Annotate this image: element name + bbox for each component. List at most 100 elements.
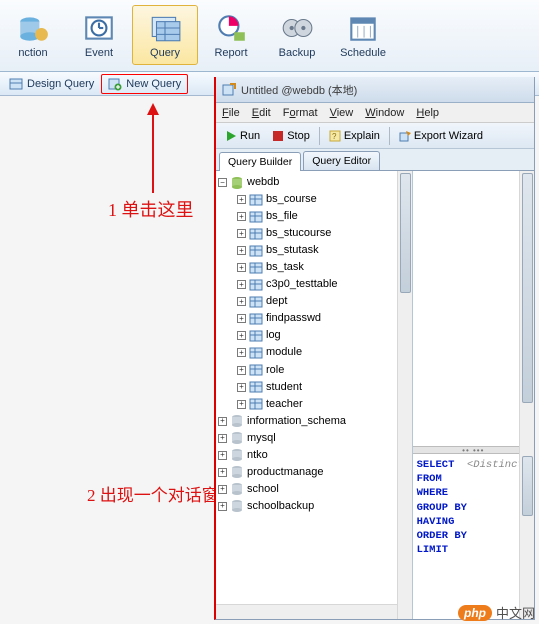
table-icon	[249, 329, 263, 343]
tree-node-label: bs_file	[266, 208, 298, 225]
clock-icon	[82, 11, 116, 45]
tree-db-node[interactable]: +productmanage	[218, 464, 412, 481]
stop-button[interactable]: Stop	[267, 128, 315, 144]
design-query-button[interactable]: Design Query	[2, 74, 101, 94]
calendar-icon	[346, 11, 380, 45]
tree-node-label: teacher	[266, 396, 303, 413]
tree-db-node[interactable]: +information_schema	[218, 413, 412, 430]
splitter[interactable]: •• •••	[413, 446, 534, 454]
tree-table-node[interactable]: +bs_task	[218, 259, 412, 276]
tab-query-editor[interactable]: Query Editor	[303, 151, 380, 170]
expand-icon[interactable]: +	[237, 212, 246, 221]
tree-table-node[interactable]: + role	[218, 362, 412, 379]
export-wizard-button[interactable]: Export Wizard	[394, 128, 488, 144]
scrollbar-vertical[interactable]	[519, 454, 534, 619]
tree-table-node[interactable]: +bs_stutask	[218, 242, 412, 259]
run-button[interactable]: Run	[220, 128, 265, 144]
tree-db-node[interactable]: − webdb	[218, 174, 412, 191]
table-icon	[249, 312, 263, 326]
expand-icon[interactable]: +	[218, 502, 227, 511]
expand-icon[interactable]: +	[218, 485, 227, 494]
design-icon	[9, 77, 23, 91]
expand-icon[interactable]: +	[237, 246, 246, 255]
nction-button[interactable]: nction	[0, 5, 66, 65]
tree-table-node[interactable]: + student	[218, 379, 412, 396]
annotation-1: 1 单击这里	[108, 196, 194, 222]
query-button[interactable]: Query	[132, 5, 198, 65]
tree-node-label: ntko	[247, 447, 268, 464]
tree-node-label: log	[266, 327, 281, 344]
design-query-label: Design Query	[27, 78, 94, 90]
menu-window[interactable]: Window	[365, 107, 404, 119]
collapse-icon[interactable]: −	[218, 178, 227, 187]
tree-node-label: c3p0_testtable	[266, 276, 338, 293]
expand-icon[interactable]: +	[237, 383, 246, 392]
toolbar-label: Backup	[279, 47, 316, 59]
tree-table-node[interactable]: + c3p0_testtable	[218, 276, 412, 293]
builder-canvas[interactable]	[413, 171, 534, 446]
tree-table-node[interactable]: +bs_stucourse	[218, 225, 412, 242]
right-panel: •• ••• SELECT <Distinct> FROM WHERE GROU…	[413, 171, 534, 619]
scrollbar-horizontal[interactable]	[216, 604, 397, 619]
tree-panel: − webdb +bs_course+bs_file+bs_stucourse+…	[216, 171, 413, 619]
table-icon	[249, 363, 263, 377]
tree-db-node[interactable]: +schoolbackup	[218, 498, 412, 515]
expand-icon[interactable]: +	[218, 468, 227, 477]
expand-icon[interactable]: +	[237, 263, 246, 272]
new-query-button[interactable]: New Query	[101, 74, 188, 94]
tree-table-node[interactable]: +module	[218, 344, 412, 361]
report-button[interactable]: Report	[198, 5, 264, 65]
expand-icon[interactable]: +	[237, 314, 246, 323]
divider	[389, 127, 390, 145]
table-icon	[249, 346, 263, 360]
scrollbar-vertical[interactable]	[397, 171, 412, 619]
expand-icon[interactable]: +	[237, 331, 246, 340]
main-toolbar: nction Event Query Report Backup Schedul…	[0, 0, 539, 72]
tree-node-label: school	[247, 481, 279, 498]
tree-table-node[interactable]: + log	[218, 327, 412, 344]
table-icon	[249, 261, 263, 275]
expand-icon[interactable]: +	[218, 417, 227, 426]
export-icon	[399, 130, 411, 142]
expand-icon[interactable]: +	[237, 366, 246, 375]
table-icon	[249, 210, 263, 224]
tree-table-node[interactable]: + teacher	[218, 396, 412, 413]
schedule-button[interactable]: Schedule	[330, 5, 396, 65]
tree-node-label: student	[266, 379, 302, 396]
explain-button[interactable]: ? Explain	[324, 128, 385, 144]
menu-file[interactable]: File	[222, 107, 240, 119]
expand-icon[interactable]: +	[237, 229, 246, 238]
expand-icon[interactable]: +	[237, 195, 246, 204]
menu-edit[interactable]: Edit	[252, 107, 271, 119]
tab-query-builder[interactable]: Query Builder	[219, 152, 301, 171]
tree-node-label: dept	[266, 293, 287, 310]
dialog-title-bar[interactable]: Untitled @webdb (本地)	[216, 77, 534, 103]
sql-keyword: FROM	[417, 472, 530, 486]
expand-icon[interactable]: +	[237, 297, 246, 306]
toolbar-label: Query	[150, 47, 180, 59]
tree-table-node[interactable]: + findpasswd	[218, 310, 412, 327]
database-icon	[230, 176, 244, 190]
event-button[interactable]: Event	[66, 5, 132, 65]
tree-node-label: findpasswd	[266, 310, 321, 327]
tree-db-node[interactable]: + ntko	[218, 447, 412, 464]
backup-button[interactable]: Backup	[264, 5, 330, 65]
tree-table-node[interactable]: + dept	[218, 293, 412, 310]
menu-format[interactable]: Format	[283, 107, 318, 119]
play-icon	[225, 130, 237, 142]
menu-help[interactable]: Help	[416, 107, 439, 119]
tree-node-label: role	[266, 362, 284, 379]
tree-table-node[interactable]: +bs_course	[218, 191, 412, 208]
expand-icon[interactable]: +	[237, 348, 246, 357]
sql-keyword: SELECT <Distinct>	[417, 458, 530, 472]
sql-keyword: ORDER BY	[417, 529, 530, 543]
expand-icon[interactable]: +	[218, 434, 227, 443]
tree-table-node[interactable]: + bs_file	[218, 208, 412, 225]
expand-icon[interactable]: +	[218, 451, 227, 460]
tree-db-node[interactable]: + school	[218, 481, 412, 498]
expand-icon[interactable]: +	[237, 400, 246, 409]
expand-icon[interactable]: +	[237, 280, 246, 289]
tree-db-node[interactable]: +mysql	[218, 430, 412, 447]
divider	[319, 127, 320, 145]
menu-view[interactable]: View	[330, 107, 354, 119]
